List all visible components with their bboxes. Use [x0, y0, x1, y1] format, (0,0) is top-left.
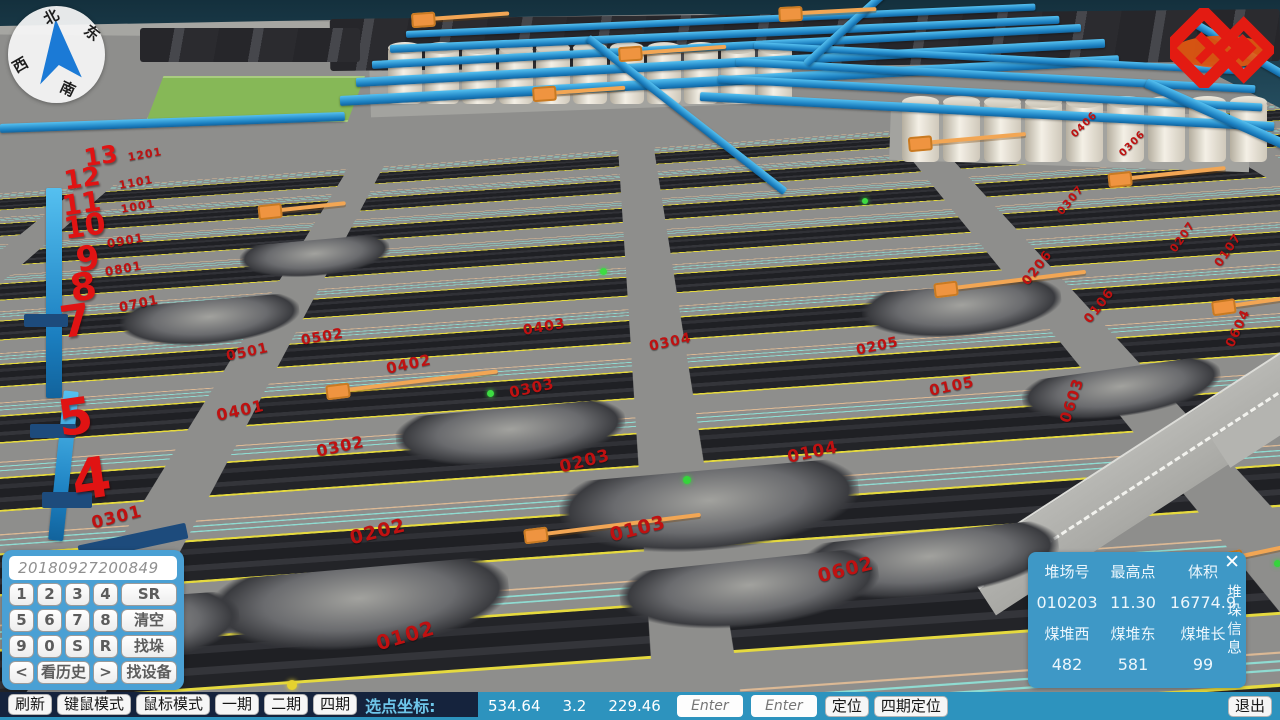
toolbar-button-鼠标模式[interactable]: 鼠标模式 — [136, 694, 210, 715]
indicator-dot-6 — [1274, 560, 1280, 567]
toolbar-button-刷新[interactable]: 刷新 — [8, 694, 52, 715]
toolbar-mid-buttons: 定位四期定位 — [825, 696, 948, 717]
keypad-button-9[interactable]: 9 — [9, 635, 34, 658]
keypad-button-4[interactable]: 4 — [93, 583, 118, 606]
info-value-煤堆西: 482 — [1036, 655, 1098, 674]
toolbar-button-定位[interactable]: 定位 — [825, 696, 869, 717]
bottom-toolbar: 刷新键鼠模式鼠标模式一期二期四期 选点坐标: 534.64 3.2 229.46 定… — [0, 692, 1280, 720]
pile-info-panel: ✕ 堆场号最高点体积01020311.3016774.9煤堆西煤堆东煤堆长482… — [1028, 552, 1246, 688]
close-icon[interactable]: ✕ — [1224, 551, 1240, 573]
info-label-堆场号: 堆场号 — [1036, 561, 1098, 582]
info-value-煤堆东: 581 — [1098, 655, 1168, 674]
keypad-button-0[interactable]: 0 — [37, 635, 62, 658]
keypad-button-2[interactable]: 2 — [37, 583, 62, 606]
keypad-button-3[interactable]: 3 — [65, 583, 90, 606]
keypad-button-SR[interactable]: SR — [121, 583, 177, 606]
indicator-dot-5 — [287, 680, 297, 690]
info-value-最高点: 11.30 — [1098, 593, 1168, 612]
toolbar-button-四期定位[interactable]: 四期定位 — [874, 696, 948, 717]
keypad-button-5[interactable]: 5 — [9, 609, 34, 632]
indicator-dot-3 — [487, 390, 494, 397]
keypad-display-input[interactable] — [9, 556, 177, 580]
toolbar-button-键鼠模式[interactable]: 键鼠模式 — [57, 694, 131, 715]
info-value-堆场号: 010203 — [1036, 593, 1098, 612]
coord-value-1: 534.64 — [488, 697, 541, 715]
coord-value-3: 229.46 — [608, 697, 661, 715]
info-label-煤堆东: 煤堆东 — [1098, 623, 1168, 644]
exit-button[interactable]: 退出 — [1228, 696, 1272, 717]
toolbar-left-buttons: 刷新键鼠模式鼠标模式一期二期四期 — [8, 694, 357, 715]
keypad-button-R[interactable]: R — [93, 635, 118, 658]
keypad-panel: 1234SR5678清空90SR找垛<看历史>找设备 — [2, 550, 184, 690]
keypad-button-8[interactable]: 8 — [93, 609, 118, 632]
toolbar-button-一期[interactable]: 一期 — [215, 694, 259, 715]
silo-2-7 — [1148, 102, 1185, 162]
company-logo-icon — [1170, 8, 1274, 92]
indicator-dot-1 — [600, 268, 607, 275]
keypad-button-找垛[interactable]: 找垛 — [121, 635, 177, 658]
coord-value-2: 3.2 — [563, 697, 587, 715]
point-coords-label: 选点坐标: — [365, 693, 435, 717]
coord-enter-input-1[interactable] — [677, 695, 743, 717]
compass[interactable]: 北 东 西 南 — [8, 6, 105, 103]
toolbar-button-二期[interactable]: 二期 — [264, 694, 308, 715]
keypad-button->[interactable]: > — [93, 661, 118, 684]
row-number-4: 4 — [68, 450, 114, 511]
info-label-最高点: 最高点 — [1098, 561, 1168, 582]
keypad-button-6[interactable]: 6 — [37, 609, 62, 632]
row-number-5: 5 — [55, 390, 96, 444]
keypad-button-<[interactable]: < — [9, 661, 34, 684]
keypad-grid: 1234SR5678清空90SR找垛<看历史>找设备 — [9, 583, 177, 684]
pile-info-grid: 堆场号最高点体积01020311.3016774.9煤堆西煤堆东煤堆长48258… — [1036, 556, 1246, 680]
indicator-dot-4 — [683, 476, 691, 484]
info-label-煤堆西: 煤堆西 — [1036, 623, 1098, 644]
keypad-button-S[interactable]: S — [65, 635, 90, 658]
compass-arrow-icon — [25, 15, 92, 91]
pile-info-side-label: 堆垛信息 — [1223, 584, 1244, 658]
keypad-button-找设备[interactable]: 找设备 — [121, 661, 177, 684]
coal-stockpile-band-left — [140, 28, 360, 62]
keypad-button-7[interactable]: 7 — [65, 609, 90, 632]
conveyor-pipe-15 — [46, 188, 62, 398]
keypad-button-1[interactable]: 1 — [9, 583, 34, 606]
toolbar-right-section: 534.64 3.2 229.46 定位四期定位 退出 — [478, 692, 1280, 720]
toolbar-left-section: 刷新键鼠模式鼠标模式一期二期四期 选点坐标: — [0, 692, 478, 717]
app-window: 1312111098754120111011001090108010701050… — [0, 0, 1280, 720]
row-number-7: 7 — [57, 298, 93, 346]
keypad-button-清空[interactable]: 清空 — [121, 609, 177, 632]
coord-enter-input-2[interactable] — [751, 695, 817, 717]
toolbar-button-四期[interactable]: 四期 — [313, 694, 357, 715]
keypad-button-看历史[interactable]: 看历史 — [37, 661, 90, 684]
point-coords-values: 534.64 3.2 229.46 — [488, 697, 661, 715]
indicator-dot-2 — [862, 198, 868, 204]
